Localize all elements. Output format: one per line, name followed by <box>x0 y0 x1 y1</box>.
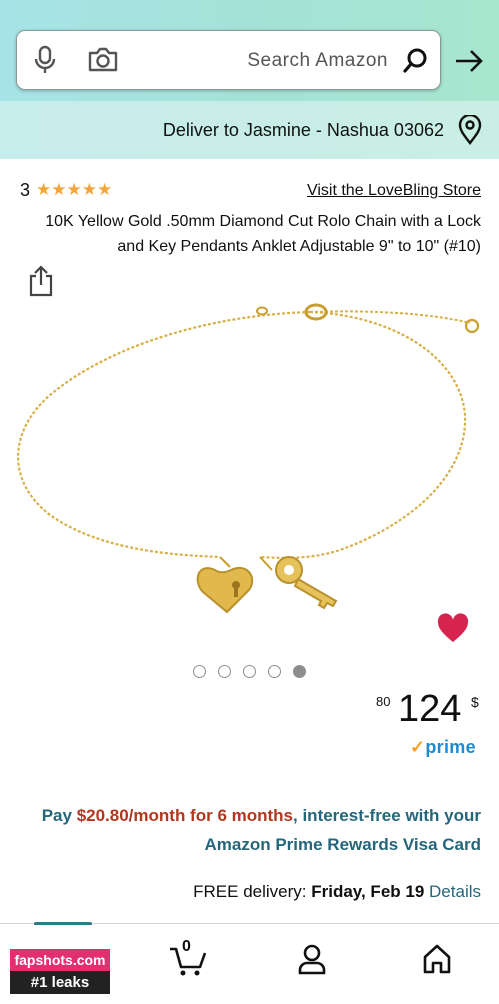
price: 80 124 $ <box>376 688 486 734</box>
star-icon: ★ <box>36 180 52 199</box>
promo-amount: $20.80/month for 6 months <box>76 806 294 825</box>
star-icon: ★ <box>51 180 67 199</box>
watermark-line1: fapshots.com <box>10 949 110 971</box>
cart-icon[interactable]: 0 <box>168 938 208 982</box>
delivery-location-bar[interactable]: Deliver to Jasmine - Nashua 03062 <box>0 101 499 159</box>
prime-check-icon: ✓ <box>410 737 426 757</box>
star-rating[interactable]: ★★★★★ <box>36 180 112 200</box>
search-icon[interactable] <box>402 47 430 80</box>
store-rating-row: 3 ★★★★★ Visit the LoveBling Store <box>0 180 499 204</box>
store-link[interactable]: Visit the LoveBling Store <box>307 182 481 200</box>
camera-icon[interactable] <box>87 46 119 79</box>
delivery-prefix: FREE delivery: <box>193 882 312 901</box>
microphone-icon[interactable] <box>33 45 57 80</box>
carousel-dot-active[interactable] <box>293 665 306 678</box>
delivery-location-text: Deliver to Jasmine - Nashua 03062 <box>162 120 444 140</box>
account-icon[interactable] <box>297 943 327 980</box>
star-icon: ★ <box>81 180 97 199</box>
search-bar[interactable]: Search Amazon <box>16 30 441 90</box>
carousel-dot[interactable] <box>268 665 281 678</box>
financing-promo[interactable]: Pay $20.80/month for 6 months, interest-… <box>18 801 481 859</box>
price-currency: $ <box>471 694 479 710</box>
watermark-line2: #1 leaks <box>10 971 110 994</box>
price-whole: 124 <box>398 688 462 730</box>
star-icon: ★ <box>97 180 113 199</box>
top-header: Search Amazon <box>0 0 499 101</box>
delivery-details-link[interactable]: Details <box>429 882 481 901</box>
favorite-heart-icon[interactable] <box>436 612 470 649</box>
cart-count: 0 <box>182 938 191 955</box>
watermark: fapshots.com #1 leaks <box>10 949 110 995</box>
star-icon: ★ <box>66 180 82 199</box>
prime-badge: ✓prime <box>410 737 476 758</box>
product-title: 10K Yellow Gold .50mm Diamond Cut Rolo C… <box>45 213 481 255</box>
image-carousel-dots[interactable] <box>190 665 310 681</box>
home-icon[interactable] <box>422 943 452 980</box>
carousel-dot[interactable] <box>218 665 231 678</box>
delivery-date: Friday, Feb 19 <box>311 882 425 901</box>
prime-label: prime <box>425 737 476 757</box>
forward-arrow-icon[interactable] <box>452 44 486 78</box>
promo-prefix: Pay <box>41 806 77 825</box>
carousel-dot[interactable] <box>243 665 256 678</box>
price-cents: 80 <box>376 694 391 709</box>
location-pin-icon <box>457 113 483 150</box>
delivery-estimate: FREE delivery: Friday, Feb 19 Details <box>18 882 481 902</box>
rating-count[interactable]: 3 <box>20 180 30 201</box>
carousel-dot[interactable] <box>193 665 206 678</box>
search-input[interactable]: Search Amazon <box>247 50 388 72</box>
product-image[interactable] <box>10 295 490 625</box>
